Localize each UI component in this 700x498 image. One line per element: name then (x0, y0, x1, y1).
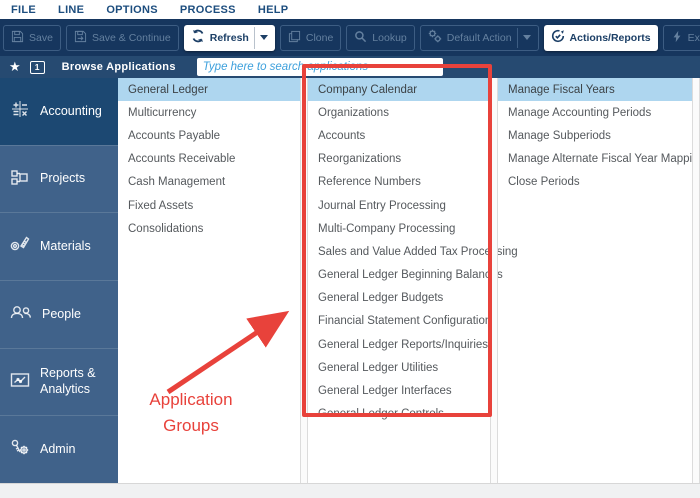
menu-bar: FILE LINE OPTIONS PROCESS HELP (0, 0, 700, 19)
sidebar-item-label: Projects (40, 171, 89, 187)
default-action-split-divider (517, 28, 518, 48)
browse-applications-label: Browse Applications (62, 61, 176, 73)
application-group-list-item[interactable]: General Ledger Controls (308, 403, 490, 426)
application-list-item[interactable]: Manage Subperiods (498, 124, 692, 147)
clone-icon (288, 30, 301, 46)
chart-icon (8, 368, 32, 397)
application-group-list-item[interactable]: General Ledger Interfaces (308, 379, 490, 402)
calculator-icon (8, 97, 32, 126)
sidebar-item-people[interactable]: People (0, 281, 118, 349)
lookup-button[interactable]: Lookup (346, 25, 414, 51)
menu-help[interactable]: HELP (258, 4, 289, 16)
module-list-item[interactable]: Accounts Payable (118, 124, 300, 147)
actions-reports-label: Actions/Reports (570, 32, 651, 44)
clone-button[interactable]: Clone (280, 25, 341, 51)
sidebar-item-label: Admin (40, 442, 79, 458)
save-continue-label: Save & Continue (92, 32, 171, 44)
application-group-list-item[interactable]: General Ledger Budgets (308, 287, 490, 310)
application-group-list-item[interactable]: Reference Numbers (308, 171, 490, 194)
application-group-list-item[interactable]: Company Calendar (308, 78, 490, 101)
sidebar-item-label: Materials (40, 239, 95, 255)
application-group-list-item[interactable]: Organizations (308, 101, 490, 124)
application-group-list-item[interactable]: General Ledger Utilities (308, 356, 490, 379)
refresh-button[interactable]: Refresh (184, 25, 275, 51)
applications-scrollbar-track[interactable] (692, 78, 700, 483)
module-list-item[interactable]: Fixed Assets (118, 194, 300, 217)
application-group-list-item[interactable]: Sales and Value Added Tax Processing (308, 240, 490, 263)
favorites-star-icon[interactable]: ★ (9, 61, 21, 74)
browse-applications-bar: ★ 1 Browse Applications (0, 56, 700, 78)
actions-reports-icon (551, 29, 565, 46)
lookup-icon (354, 30, 367, 46)
application-list-item[interactable]: Close Periods (498, 171, 692, 194)
application-group-list-item[interactable]: Journal Entry Processing (308, 194, 490, 217)
gears-icon (428, 29, 442, 46)
refresh-split-divider (254, 27, 255, 49)
actions-reports-button[interactable]: Actions/Reports (544, 25, 658, 51)
lookup-label: Lookup (372, 32, 406, 44)
module-list-item[interactable]: Consolidations (118, 217, 300, 240)
application-window: FILE LINE OPTIONS PROCESS HELP Save Save… (0, 0, 700, 498)
groups-scrollbar-track[interactable] (490, 78, 498, 483)
application-group-list-item[interactable]: Multi-Company Processing (308, 217, 490, 240)
sidebar-item-accounting[interactable]: Accounting (0, 78, 118, 146)
menu-options[interactable]: OPTIONS (106, 4, 158, 16)
application-list-item[interactable]: Manage Accounting Periods (498, 101, 692, 124)
bottom-scrollbar-track[interactable] (0, 483, 700, 498)
bolt-washer-icon (8, 232, 32, 261)
application-groups-column: Company CalendarOrganizationsAccountsReo… (308, 78, 490, 483)
save-icon (11, 30, 24, 46)
module-list-item[interactable]: Accounts Receivable (118, 148, 300, 171)
key-gear-icon (8, 435, 32, 464)
clone-label: Clone (306, 32, 333, 44)
menu-file[interactable]: FILE (11, 4, 36, 16)
execute-label: Execute (688, 32, 700, 44)
sidebar-item-label: People (42, 307, 85, 323)
default-action-label: Default Action (447, 32, 512, 44)
application-list-item[interactable]: Manage Fiscal Years (498, 78, 692, 101)
refresh-label: Refresh (210, 32, 249, 44)
application-list-item[interactable]: Manage Alternate Fiscal Year Mapping (498, 148, 692, 171)
module-list-item[interactable]: General Ledger (118, 78, 300, 101)
sidebar-item-materials[interactable]: Materials (0, 213, 118, 281)
module-list-item[interactable]: Cash Management (118, 171, 300, 194)
menu-process[interactable]: PROCESS (180, 4, 236, 16)
sidebar-item-label: Reports & Analytics (40, 366, 118, 397)
toolbar: Save Save & Continue Refresh Clone Looku… (0, 19, 700, 56)
browse-applications-panel: General LedgerMulticurrencyAccounts Paya… (118, 78, 700, 483)
default-action-button[interactable]: Default Action (420, 25, 539, 51)
blocks-icon (8, 165, 32, 194)
modules-column: General LedgerMulticurrencyAccounts Paya… (118, 78, 300, 483)
save-label: Save (29, 32, 53, 44)
save-continue-icon (74, 30, 87, 46)
sidebar-item-admin[interactable]: Admin (0, 416, 118, 483)
application-group-list-item[interactable]: General Ledger Beginning Balances (308, 264, 490, 287)
save-continue-button[interactable]: Save & Continue (66, 25, 179, 51)
sidebar-item-projects[interactable]: Projects (0, 146, 118, 214)
module-sidebar: Accounting Projects Materials People Rep… (0, 78, 118, 483)
default-action-dropdown-caret[interactable] (523, 35, 531, 40)
sidebar-item-label: Accounting (40, 104, 106, 120)
sidebar-item-reports-analytics[interactable]: Reports & Analytics (0, 349, 118, 417)
modules-scrollbar-track[interactable] (300, 78, 308, 483)
application-group-list-item[interactable]: General Ledger Reports/Inquiries (308, 333, 490, 356)
refresh-dropdown-caret[interactable] (260, 35, 268, 40)
application-group-list-item[interactable]: Reorganizations (308, 148, 490, 171)
module-list-item[interactable]: Multicurrency (118, 101, 300, 124)
application-group-list-item[interactable]: Accounts (308, 124, 490, 147)
lightning-icon (671, 30, 683, 46)
refresh-icon (191, 29, 205, 46)
application-group-list-item[interactable]: Financial Statement Configuration (308, 310, 490, 333)
applications-column: Manage Fiscal YearsManage Accounting Per… (498, 78, 692, 483)
window-badge-icon[interactable]: 1 (30, 61, 45, 74)
menu-line[interactable]: LINE (58, 4, 84, 16)
save-button[interactable]: Save (3, 25, 61, 51)
application-search-input[interactable] (197, 58, 443, 76)
execute-button[interactable]: Execute (663, 25, 700, 51)
people-icon (8, 300, 34, 329)
